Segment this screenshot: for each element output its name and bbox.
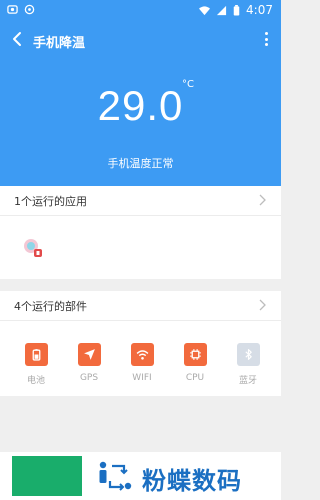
wifi-icon	[130, 343, 154, 366]
running-parts-card: 4个运行的部件 电池 GPS WIFI CPU 蓝牙	[0, 291, 281, 396]
watermark-text: 粉蝶数码	[142, 467, 242, 495]
temperature-unit: °C	[182, 79, 194, 90]
bluetooth-icon	[236, 343, 260, 366]
part-label: 电池	[26, 376, 45, 386]
bottom-bar: 粉蝶数码	[0, 452, 281, 500]
status-bar: 4:07	[0, 0, 281, 22]
cpu-icon	[183, 343, 207, 366]
running-apps-row[interactable]: 1个运行的应用	[0, 186, 281, 216]
chevron-right-icon	[259, 194, 266, 206]
app-icon[interactable]	[22, 237, 44, 259]
chevron-left-icon[interactable]	[10, 31, 26, 47]
chevron-right-icon	[259, 299, 266, 311]
notification-icon	[7, 5, 18, 14]
part-wifi[interactable]: WIFI	[117, 343, 167, 386]
part-battery[interactable]: 电池	[11, 343, 61, 386]
wifi-signal-icon	[199, 5, 211, 15]
battery-status-icon	[233, 4, 240, 16]
part-label: GPS	[79, 373, 99, 383]
running-apps-card: 1个运行的应用	[0, 186, 281, 279]
temperature-status: 手机温度正常	[107, 157, 174, 170]
more-vert-icon[interactable]	[263, 32, 269, 46]
watermark-logo-icon	[99, 461, 132, 491]
temperature-value: 29.0	[97, 82, 184, 129]
status-time: 4:07	[246, 3, 273, 17]
running-apps-title: 1个运行的应用	[14, 195, 87, 208]
part-label: WIFI	[132, 373, 152, 383]
sync-icon	[24, 4, 35, 15]
part-cpu[interactable]: CPU	[170, 343, 220, 386]
cell-signal-icon	[216, 5, 227, 15]
part-gps[interactable]: GPS	[64, 343, 114, 386]
status-right-icons: 4:07	[199, 3, 273, 17]
status-left-icons	[7, 4, 35, 15]
header: 手机降温 29.0 °C 手机温度正常	[0, 22, 281, 186]
page-title: 手机降温	[33, 36, 86, 51]
running-parts-row[interactable]: 4个运行的部件	[0, 291, 281, 321]
battery-icon	[24, 343, 48, 366]
green-button[interactable]	[12, 456, 82, 496]
running-parts-title: 4个运行的部件	[14, 300, 87, 313]
location-arrow-icon	[77, 343, 101, 366]
part-bluetooth[interactable]: 蓝牙	[223, 343, 273, 386]
part-label: 蓝牙	[238, 376, 257, 386]
part-label: CPU	[185, 373, 205, 383]
parts-list: 电池 GPS WIFI CPU 蓝牙	[11, 343, 273, 386]
